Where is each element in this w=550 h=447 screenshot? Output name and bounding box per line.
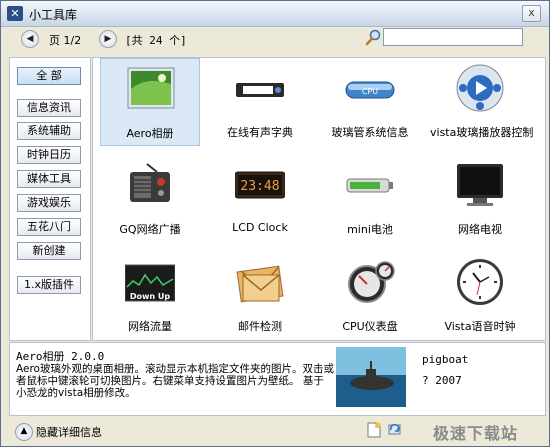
category-all[interactable]: 全 部 xyxy=(17,67,81,85)
gadget-item[interactable]: 在线有声字典 xyxy=(210,58,310,146)
title-bar: ✕ 小工具库 x xyxy=(1,1,549,27)
category-misc[interactable]: 五花八门 xyxy=(17,218,81,236)
gadget-item[interactable]: vista玻璃播放器控制 xyxy=(430,58,534,146)
detail-panel: Aero相册 2.0.0 Aero玻璃外观的桌面相册。滚动显示本机指定文件夹的图… xyxy=(9,342,546,416)
watermark: 极速下载站 xyxy=(433,424,519,443)
gadget-item[interactable]: CPU 玻璃管系统信息 xyxy=(320,58,420,146)
gadget-item[interactable]: 23:48 LCD Clock xyxy=(210,155,310,243)
category-sidebar: 全 部 信息资讯 系统辅助 时钟日历 媒体工具 游戏娱乐 五花八门 新创建 1.… xyxy=(9,57,91,341)
gadget-label: Vista语音时钟 xyxy=(444,320,516,333)
search-input[interactable] xyxy=(383,28,523,46)
svg-text:CPU: CPU xyxy=(362,87,378,96)
lcd-clock-icon: 23:48 xyxy=(235,171,285,199)
battery-icon xyxy=(346,178,393,193)
category-system[interactable]: 系统辅助 xyxy=(17,122,81,140)
hide-details-button[interactable]: ▲ xyxy=(15,423,33,441)
gadget-label: mini电池 xyxy=(347,223,393,236)
gadget-item[interactable]: GQ网络广播 xyxy=(100,155,200,243)
cpu-meter-icon xyxy=(348,261,395,303)
page-indicator: 页 1/2 xyxy=(49,34,82,47)
status-bar: ▲ 隐藏详细信息 极速下载站 xyxy=(1,416,549,446)
gadget-label: vista玻璃播放器控制 xyxy=(430,126,534,139)
detail-title: Aero相册 2.0.0 xyxy=(16,350,105,363)
gadget-label: CPU仪表盘 xyxy=(342,320,398,333)
gadget-library-window: ✕ 小工具库 x ◀ 页 1/2 ▶ [共 24 个] 全 部 信息资讯 系统辅… xyxy=(0,0,550,447)
gadget-label: 玻璃管系统信息 xyxy=(331,126,409,139)
gadget-label: GQ网络广播 xyxy=(119,223,181,236)
gadget-item[interactable]: CPU仪表盘 xyxy=(320,252,420,340)
close-button[interactable]: x xyxy=(522,5,541,22)
search-icon[interactable] xyxy=(365,29,381,47)
detail-description: Aero玻璃外观的桌面相册。滚动显示本机指定文件夹的图片。双击或者鼠标中键滚轮可… xyxy=(16,363,334,399)
prev-page-button[interactable]: ◀ xyxy=(21,30,39,48)
app-icon: ✕ xyxy=(7,6,23,21)
aero-album-icon xyxy=(127,67,175,109)
gadget-label: 在线有声字典 xyxy=(227,126,293,139)
gadget-grid: Aero相册 在线有声字典 CPU 玻璃管系统信息 vista玻璃播放器控制 G… xyxy=(92,57,546,341)
category-news[interactable]: 信息资讯 xyxy=(17,99,81,117)
network-traffic-icon: Down Up xyxy=(125,264,175,302)
gadget-item[interactable]: 网络电视 xyxy=(430,155,530,243)
category-games[interactable]: 游戏娱乐 xyxy=(17,194,81,212)
category-legacy-plugins[interactable]: 1.x版插件 xyxy=(17,276,81,294)
toolbar: ◀ 页 1/2 ▶ [共 24 个] xyxy=(7,28,543,51)
gadget-item[interactable]: Vista语音时钟 xyxy=(430,252,530,340)
window-title: 小工具库 xyxy=(29,8,78,22)
next-page-button[interactable]: ▶ xyxy=(99,30,117,48)
gadget-label: Aero相册 xyxy=(126,127,174,140)
tv-icon xyxy=(457,164,503,206)
gadget-item[interactable]: Down Up 网络流量 xyxy=(100,252,200,340)
detail-year: ? 2007 xyxy=(422,374,462,387)
refresh-icon[interactable] xyxy=(387,422,403,438)
cpu-glass-icon: CPU xyxy=(345,81,395,99)
category-new[interactable]: 新创建 xyxy=(17,242,81,260)
hide-details-label[interactable]: 隐藏详细信息 xyxy=(36,424,102,440)
gadget-label: 网络流量 xyxy=(128,320,172,333)
svg-text:Down Up: Down Up xyxy=(130,292,171,301)
gadget-item[interactable]: mini电池 xyxy=(320,155,420,243)
analog-clock-icon xyxy=(457,259,503,305)
radio-icon xyxy=(130,163,170,202)
detail-thumbnail xyxy=(336,347,406,407)
detail-author: pigboat xyxy=(422,353,469,366)
category-media[interactable]: 媒体工具 xyxy=(17,170,81,188)
new-file-icon[interactable] xyxy=(367,422,381,438)
total-count: [共 24 个] xyxy=(125,34,187,47)
gadget-item[interactable]: 邮件检测 xyxy=(210,252,310,340)
gadget-label: 网络电视 xyxy=(458,223,502,236)
mail-icon xyxy=(236,265,284,303)
gadget-item[interactable]: Aero相册 xyxy=(100,58,200,146)
gadget-label: LCD Clock xyxy=(232,221,288,234)
media-player-icon xyxy=(456,64,504,112)
category-clock[interactable]: 时钟日历 xyxy=(17,146,81,164)
dictionary-icon xyxy=(236,83,284,97)
svg-text:23:48: 23:48 xyxy=(240,179,279,194)
gadget-label: 邮件检测 xyxy=(238,320,282,333)
